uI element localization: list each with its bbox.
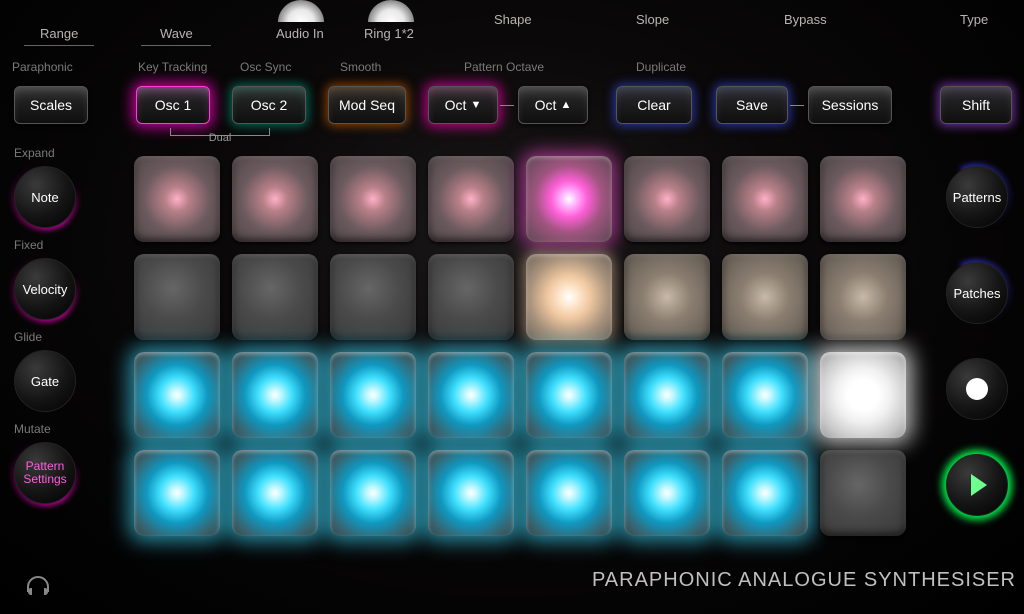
top-label-row: Range Wave Audio In Ring 1*2 Shape Slope… — [0, 0, 1024, 50]
pad-0-0[interactable] — [134, 156, 220, 242]
label-bypass: Bypass — [784, 12, 827, 27]
pad-2-0[interactable] — [134, 352, 220, 438]
label-range: Range — [40, 26, 78, 41]
chevron-down-icon: ▼ — [470, 99, 481, 111]
pad-0-3[interactable] — [428, 156, 514, 242]
record-icon — [966, 378, 988, 400]
pad-2-5[interactable] — [624, 352, 710, 438]
note-button[interactable]: Note — [14, 166, 76, 228]
osc1-button[interactable]: Osc 1 — [136, 86, 210, 124]
knob-audio-in[interactable] — [278, 0, 324, 22]
sessions-button[interactable]: Sessions — [808, 86, 892, 124]
label-pattern-octave: Pattern Octave — [464, 60, 544, 74]
label-key-tracking: Key Tracking — [138, 60, 207, 74]
play-button[interactable] — [946, 454, 1008, 516]
pad-1-3[interactable] — [428, 254, 514, 340]
mod-seq-button[interactable]: Mod Seq — [328, 86, 406, 124]
pad-3-6[interactable] — [722, 450, 808, 536]
pad-3-5[interactable] — [624, 450, 710, 536]
pad-3-7[interactable] — [820, 450, 906, 536]
oct-up-button[interactable]: Oct▲ — [518, 86, 588, 124]
label-smooth: Smooth — [340, 60, 381, 74]
label-paraphonic: Paraphonic — [12, 60, 73, 74]
pad-1-1[interactable] — [232, 254, 318, 340]
label-duplicate: Duplicate — [636, 60, 686, 74]
label-osc-sync: Osc Sync — [240, 60, 291, 74]
label-shape: Shape — [494, 12, 532, 27]
chevron-up-icon: ▲ — [560, 99, 571, 111]
label-mutate: Mutate — [14, 422, 51, 436]
pad-0-7[interactable] — [820, 156, 906, 242]
pad-1-5[interactable] — [624, 254, 710, 340]
label-dual: Dual — [209, 132, 232, 144]
pad-3-3[interactable] — [428, 450, 514, 536]
pad-2-2[interactable] — [330, 352, 416, 438]
pad-grid — [134, 156, 910, 540]
shift-button[interactable]: Shift — [940, 86, 1012, 124]
pattern-settings-button[interactable]: Pattern Settings — [14, 442, 76, 504]
knob-ring[interactable] — [368, 0, 414, 22]
headphones-icon — [24, 574, 52, 598]
osc2-button[interactable]: Osc 2 — [232, 86, 306, 124]
oct-dash — [500, 105, 514, 106]
pad-3-0[interactable] — [134, 450, 220, 536]
play-icon — [971, 474, 987, 496]
label-fixed: Fixed — [14, 238, 43, 252]
pad-2-7[interactable] — [820, 352, 906, 438]
label-slope: Slope — [636, 12, 669, 27]
pad-1-7[interactable] — [820, 254, 906, 340]
pad-0-4[interactable] — [526, 156, 612, 242]
velocity-button[interactable]: Velocity — [14, 258, 76, 320]
save-dash — [790, 105, 804, 106]
label-wave: Wave — [160, 26, 193, 41]
scales-button[interactable]: Scales — [14, 86, 88, 124]
pad-3-2[interactable] — [330, 450, 416, 536]
gate-button[interactable]: Gate — [14, 350, 76, 412]
pad-2-3[interactable] — [428, 352, 514, 438]
pad-1-4[interactable] — [526, 254, 612, 340]
label-glide: Glide — [14, 330, 42, 344]
pad-0-6[interactable] — [722, 156, 808, 242]
label-type: Type — [960, 12, 988, 27]
button-row-labels: Paraphonic Key Tracking Osc Sync Smooth … — [0, 60, 1024, 80]
pad-2-1[interactable] — [232, 352, 318, 438]
patches-button[interactable]: Patches — [946, 262, 1008, 324]
pad-2-6[interactable] — [722, 352, 808, 438]
pad-1-0[interactable] — [134, 254, 220, 340]
label-ring: Ring 1*2 — [364, 26, 414, 41]
pad-3-4[interactable] — [526, 450, 612, 536]
clear-button[interactable]: Clear — [616, 86, 692, 124]
label-audio-in: Audio In — [276, 26, 324, 41]
pad-0-1[interactable] — [232, 156, 318, 242]
patterns-button[interactable]: Patterns — [946, 166, 1008, 228]
pad-3-1[interactable] — [232, 450, 318, 536]
footer-brand-text: PARAPHONIC ANALOGUE SYNTHESISER — [592, 569, 1016, 592]
pad-0-2[interactable] — [330, 156, 416, 242]
save-button[interactable]: Save — [716, 86, 788, 124]
pad-1-2[interactable] — [330, 254, 416, 340]
record-button[interactable] — [946, 358, 1008, 420]
oct-down-button[interactable]: Oct▼ — [428, 86, 498, 124]
pad-0-5[interactable] — [624, 156, 710, 242]
label-expand: Expand — [14, 146, 55, 160]
pad-1-6[interactable] — [722, 254, 808, 340]
pad-2-4[interactable] — [526, 352, 612, 438]
